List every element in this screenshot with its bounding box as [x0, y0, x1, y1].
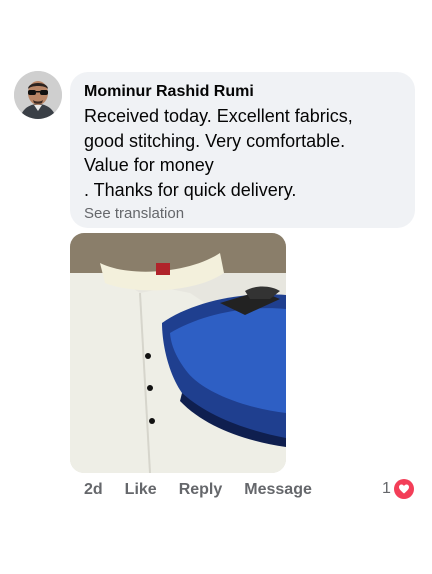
comment-text-line: . Thanks for quick delivery. — [84, 179, 297, 200]
shirt-and-iron-image — [70, 233, 286, 473]
like-button[interactable]: Like — [125, 481, 157, 499]
author-avatar[interactable] — [14, 71, 62, 119]
comment-text-line: Received today. Excellent fabrics, — [84, 106, 353, 126]
message-button[interactable]: Message — [244, 481, 312, 499]
comment-text-line: Value for money — [84, 155, 214, 175]
comment-actions: 2d Like Reply Message — [84, 481, 334, 499]
see-translation-link[interactable]: See translation — [84, 203, 401, 225]
comment-text-line: good stitching. Very comfortable. — [84, 130, 346, 151]
reaction-summary[interactable]: 1 — [382, 479, 414, 499]
reaction-count: 1 — [382, 480, 391, 497]
comment-bubble: Mominur Rashid Rumi Received today. Exce… — [70, 72, 415, 228]
heart-icon — [393, 479, 414, 499]
comment-author[interactable]: Mominur Rashid Rumi — [84, 82, 401, 102]
reply-button[interactable]: Reply — [179, 481, 223, 499]
avatar-photo — [14, 71, 62, 119]
comment-photo[interactable] — [70, 233, 286, 473]
comment-timestamp[interactable]: 2d — [84, 481, 103, 499]
